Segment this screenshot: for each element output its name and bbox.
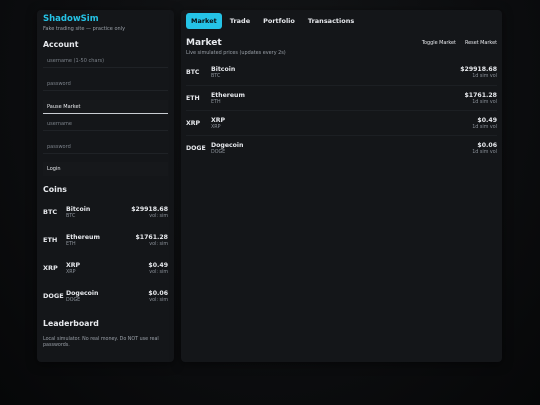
coin-price: $1761.28 xyxy=(464,91,498,99)
tab-portfolio[interactable]: Portfolio xyxy=(258,13,300,29)
coin-volume: 1d sim vol xyxy=(472,124,497,130)
coin-list: BTC Bitcoin BTC $29918.68 vol: sim ETH E… xyxy=(43,198,168,310)
coin-symbol: BTC xyxy=(211,74,221,79)
table-row[interactable]: XRP XRP XRP $0.49 1d sim vol xyxy=(186,110,497,135)
sidebar: ShadowSim Fake trading site — practice o… xyxy=(37,10,174,362)
coin-symbol: DOGE xyxy=(211,149,226,155)
table-row[interactable]: ETH Ethereum ETH $1761.28 1d sim vol xyxy=(186,85,497,110)
coin-price: $29918.68 xyxy=(460,66,497,73)
list-item[interactable]: ETH Ethereum ETH $1761.28 vol: sim xyxy=(43,226,168,254)
list-item[interactable]: BTC Bitcoin BTC $29918.68 vol: sim xyxy=(43,198,168,226)
login-button[interactable]: Login xyxy=(43,162,168,176)
coin-name: Ethereum xyxy=(211,91,245,99)
tagline: Fake trading site — practice only xyxy=(43,26,126,32)
coins-title: Coins xyxy=(43,185,67,194)
coin-name: Ethereum xyxy=(66,233,100,241)
coin-badge: ETH xyxy=(43,236,58,244)
coin-price: $0.06 xyxy=(148,289,168,297)
tab-trade[interactable]: Trade xyxy=(225,13,255,29)
table-row[interactable]: DOGE Dogecoin DOGE $0.06 1d sim vol xyxy=(186,135,497,160)
coin-name: Dogecoin xyxy=(66,289,99,297)
account-title: Account xyxy=(43,40,79,49)
coin-price: $0.06 xyxy=(477,141,497,149)
main-panel: Market Trade Portfolio Transactions Mark… xyxy=(181,10,502,362)
coin-symbol: XRP xyxy=(66,269,76,275)
coin-volume: 1d sim vol xyxy=(472,149,497,155)
coin-symbol: ETH xyxy=(211,99,221,105)
toggle-market-button[interactable]: Toggle Market xyxy=(422,40,456,46)
coin-price: $0.49 xyxy=(477,116,497,124)
coin-badge: XRP xyxy=(43,264,58,272)
coin-badge: BTC xyxy=(186,69,200,76)
market-subtitle: Live simulated prices (updates every 2s) xyxy=(186,50,286,56)
coin-name: Bitcoin xyxy=(66,205,91,213)
register-username-input[interactable] xyxy=(43,54,168,68)
market-list: BTC Bitcoin BTC $29918.68 1d sim vol ETH… xyxy=(186,60,497,160)
coin-symbol: BTC xyxy=(66,213,76,219)
tab-transactions[interactable]: Transactions xyxy=(303,13,359,29)
login-password-input[interactable] xyxy=(43,140,168,154)
register-password-input[interactable] xyxy=(43,77,168,91)
coin-name: XRP xyxy=(66,261,81,269)
market-header: Market Toggle Market Reset Market xyxy=(186,38,497,48)
list-item[interactable]: XRP XRP XRP $0.49 vol: sim xyxy=(43,254,168,282)
coin-volume: vol: sim xyxy=(149,297,168,303)
coin-symbol: ETH xyxy=(66,241,76,247)
coin-symbol: XRP xyxy=(211,124,221,130)
coin-name: XRP xyxy=(211,116,226,124)
coin-volume: 1d sim vol xyxy=(472,99,497,105)
leaderboard-title: Leaderboard xyxy=(43,319,99,328)
coin-price: $0.49 xyxy=(148,261,168,269)
coin-volume: vol: sim xyxy=(149,241,168,247)
coin-badge: XRP xyxy=(186,119,201,127)
coin-price: $1761.28 xyxy=(135,233,169,241)
coin-badge: DOGE xyxy=(43,292,64,300)
coin-badge: DOGE xyxy=(186,144,206,152)
coin-name: Dogecoin xyxy=(211,141,244,149)
coin-volume: 1d sim vol xyxy=(472,74,497,79)
reset-market-button[interactable]: Reset Market xyxy=(465,40,497,46)
page-title: Market xyxy=(186,38,222,48)
tab-bar: Market Trade Portfolio Transactions xyxy=(186,13,497,29)
coin-badge: BTC xyxy=(43,208,58,216)
coin-symbol: DOGE xyxy=(66,297,81,303)
table-row[interactable]: BTC Bitcoin BTC $29918.68 1d sim vol xyxy=(186,60,497,85)
coin-price: $29918.68 xyxy=(131,205,168,213)
disclaimer-text: Local simulator. No real money. Do NOT u… xyxy=(43,337,159,349)
brand-logo: ShadowSim xyxy=(43,14,99,24)
coin-name: Bitcoin xyxy=(211,66,236,73)
coin-volume: vol: sim xyxy=(149,213,168,219)
pause-market-button[interactable]: Pause Market xyxy=(43,100,168,114)
tab-market[interactable]: Market xyxy=(186,13,222,29)
coin-volume: vol: sim xyxy=(149,269,168,275)
list-item[interactable]: DOGE Dogecoin DOGE $0.06 vol: sim xyxy=(43,282,168,310)
coin-badge: ETH xyxy=(186,94,200,102)
login-username-input[interactable] xyxy=(43,117,168,131)
